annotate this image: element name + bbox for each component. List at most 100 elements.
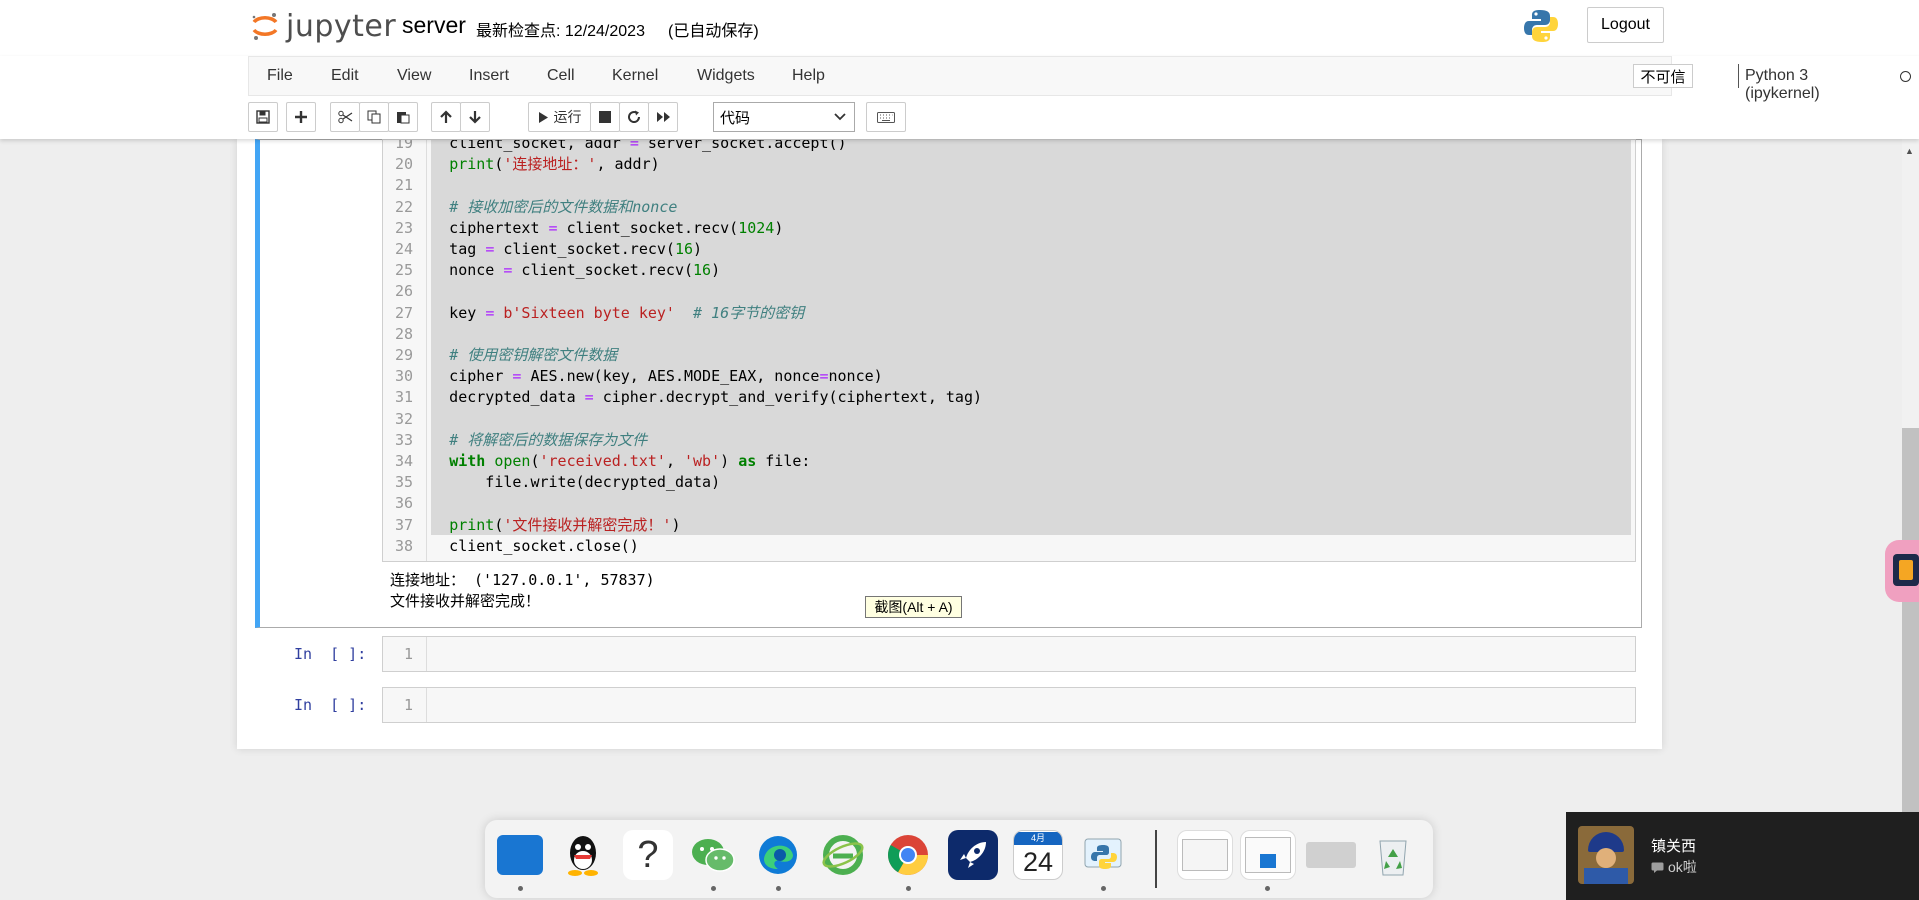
chat-notification[interactable]: 镇关西 ok啦 bbox=[1566, 812, 1919, 900]
restart-run-all-button[interactable] bbox=[648, 102, 678, 132]
running-indicator bbox=[906, 886, 911, 891]
empty-code-cell[interactable]: 1 bbox=[382, 636, 1636, 672]
cell-output: 连接地址： ('127.0.0.1', 57837) 文件接收并解密完成！ bbox=[390, 570, 655, 612]
calendar-app-icon[interactable]: 4月 24 bbox=[1013, 830, 1063, 880]
code-line: 27 key = b'Sixteen byte key' # 16字节的密钥 bbox=[383, 303, 1633, 324]
taskbar-dock: ? 4月 24 bbox=[485, 820, 1433, 898]
code-text: # 将解密后的数据保存为文件 bbox=[449, 430, 648, 449]
run-button[interactable]: 运行 bbox=[528, 102, 591, 132]
code-line: 29 # 使用密钥解密文件数据 bbox=[383, 345, 1633, 366]
refresh-icon bbox=[628, 110, 641, 123]
cut-button[interactable] bbox=[330, 102, 360, 132]
side-floating-app-icon[interactable] bbox=[1885, 540, 1919, 602]
restart-button[interactable] bbox=[619, 102, 649, 132]
code-text: with open('received.txt', 'wb') as file: bbox=[449, 452, 811, 470]
code-line: 32 bbox=[383, 409, 1633, 430]
trust-indicator[interactable]: 不可信 bbox=[1633, 64, 1693, 88]
notebook-name[interactable]: server bbox=[402, 12, 466, 39]
menu-widgets[interactable]: Widgets bbox=[697, 67, 755, 85]
notification-message: ok啦 bbox=[1651, 857, 1697, 877]
autosave-status: (已自动保存) bbox=[668, 23, 759, 40]
save-button[interactable] bbox=[248, 102, 278, 132]
menu-kernel[interactable]: Kernel bbox=[612, 67, 658, 85]
scissors-icon bbox=[337, 110, 352, 124]
wechat-app-icon[interactable] bbox=[688, 830, 738, 880]
code-text: nonce = client_socket.recv(16) bbox=[395, 261, 721, 280]
chat-bubble-icon bbox=[1651, 862, 1664, 873]
cell-type-select[interactable]: 代码 bbox=[713, 102, 855, 132]
keyboard-icon bbox=[877, 111, 895, 123]
copy-button[interactable] bbox=[359, 102, 389, 132]
code-text: client_socket, addr = server_socket.acce… bbox=[395, 139, 847, 152]
command-palette-button[interactable] bbox=[866, 102, 906, 132]
ie-browser-icon[interactable] bbox=[818, 830, 868, 880]
arrow-up-icon bbox=[440, 110, 452, 123]
scroll-up-arrow-icon[interactable]: ▲ bbox=[1905, 146, 1914, 156]
code-line: 31 decrypted_data = cipher.decrypt_and_v… bbox=[383, 387, 1633, 408]
menu-cell[interactable]: Cell bbox=[547, 67, 575, 85]
kernel-name[interactable]: Python 3 (ipykernel) bbox=[1745, 67, 1820, 103]
jupyter-logo-icon bbox=[250, 11, 280, 41]
code-text: tag = client_socket.recv(16) bbox=[395, 240, 703, 258]
code-text: client_socket.close() bbox=[395, 536, 639, 555]
qq-app-icon[interactable] bbox=[558, 830, 608, 880]
logout-button[interactable]: Logout bbox=[1587, 7, 1664, 43]
notebook-header: jupyter server 最新检查点: 12/24/2023 (已自动保存)… bbox=[0, 0, 1919, 56]
code-line: 36 bbox=[383, 493, 1633, 514]
cell-type-value: 代码 bbox=[720, 109, 751, 127]
code-text: # 使用密钥解密文件数据 bbox=[449, 346, 618, 364]
copy-icon bbox=[367, 110, 381, 124]
chevron-down-icon bbox=[834, 113, 846, 121]
code-text: decrypted_data = cipher.decrypt_and_veri… bbox=[395, 388, 983, 407]
code-line: 33 # 将解密后的数据保存为文件 bbox=[383, 430, 1633, 451]
menu-edit[interactable]: Edit bbox=[331, 67, 359, 85]
code-line: 37 print('文件接收并解密完成！') bbox=[383, 515, 1633, 536]
edge-browser-icon[interactable] bbox=[753, 830, 803, 880]
python-logo-icon bbox=[1523, 8, 1559, 44]
code-line: 21 bbox=[383, 175, 1633, 196]
window-thumbnail[interactable] bbox=[1303, 830, 1359, 880]
recycle-bin-icon[interactable] bbox=[1368, 830, 1418, 880]
insert-cell-button[interactable] bbox=[286, 102, 316, 132]
move-up-button[interactable] bbox=[431, 102, 461, 132]
kernel-separator bbox=[1738, 64, 1739, 88]
empty-code-cell[interactable]: 1 bbox=[382, 687, 1636, 723]
help-app-icon[interactable]: ? bbox=[623, 830, 673, 880]
code-editor[interactable]: 19 client_socket, addr = server_socket.a… bbox=[382, 139, 1636, 562]
python-ide-icon[interactable] bbox=[1078, 830, 1128, 880]
rocket-app-icon[interactable] bbox=[948, 830, 998, 880]
move-down-button[interactable] bbox=[460, 102, 490, 132]
notification-sender: 镇关西 bbox=[1651, 838, 1697, 855]
code-line: 28 bbox=[383, 324, 1633, 345]
arrow-down-icon bbox=[469, 111, 481, 124]
menu-help[interactable]: Help bbox=[792, 67, 825, 85]
calendar-day: 24 bbox=[1022, 846, 1054, 877]
output-line: 连接地址： ('127.0.0.1', 57837) bbox=[390, 571, 655, 589]
running-indicator bbox=[711, 886, 716, 891]
output-line: 文件接收并解密完成！ bbox=[390, 592, 541, 610]
paste-button[interactable] bbox=[388, 102, 418, 132]
cell-prompt: In [ ]: bbox=[294, 645, 367, 663]
jupyter-logo[interactable]: jupyter bbox=[250, 8, 396, 44]
menu-file[interactable]: File bbox=[267, 67, 293, 85]
running-indicator bbox=[1101, 886, 1106, 891]
save-icon bbox=[256, 110, 270, 124]
run-label: 运行 bbox=[553, 109, 582, 125]
running-indicator bbox=[1265, 886, 1270, 891]
interrupt-button[interactable] bbox=[590, 102, 620, 132]
desktop-app-icon[interactable] bbox=[495, 830, 545, 880]
window-thumbnail[interactable] bbox=[1177, 830, 1233, 880]
line-number: 1 bbox=[403, 696, 413, 714]
fast-forward-icon bbox=[656, 112, 670, 122]
code-line: 19 client_socket, addr = server_socket.a… bbox=[383, 139, 1633, 154]
menu-view[interactable]: View bbox=[397, 67, 431, 85]
menu-insert[interactable]: Insert bbox=[469, 67, 509, 85]
code-text: key = b'Sixteen byte key' # 16字节的密钥 bbox=[395, 303, 805, 322]
window-thumbnail[interactable] bbox=[1240, 830, 1296, 880]
chrome-browser-icon[interactable] bbox=[883, 830, 933, 880]
kernel-idle-indicator-icon bbox=[1900, 71, 1911, 82]
code-line: 24 tag = client_socket.recv(16) bbox=[383, 239, 1633, 260]
